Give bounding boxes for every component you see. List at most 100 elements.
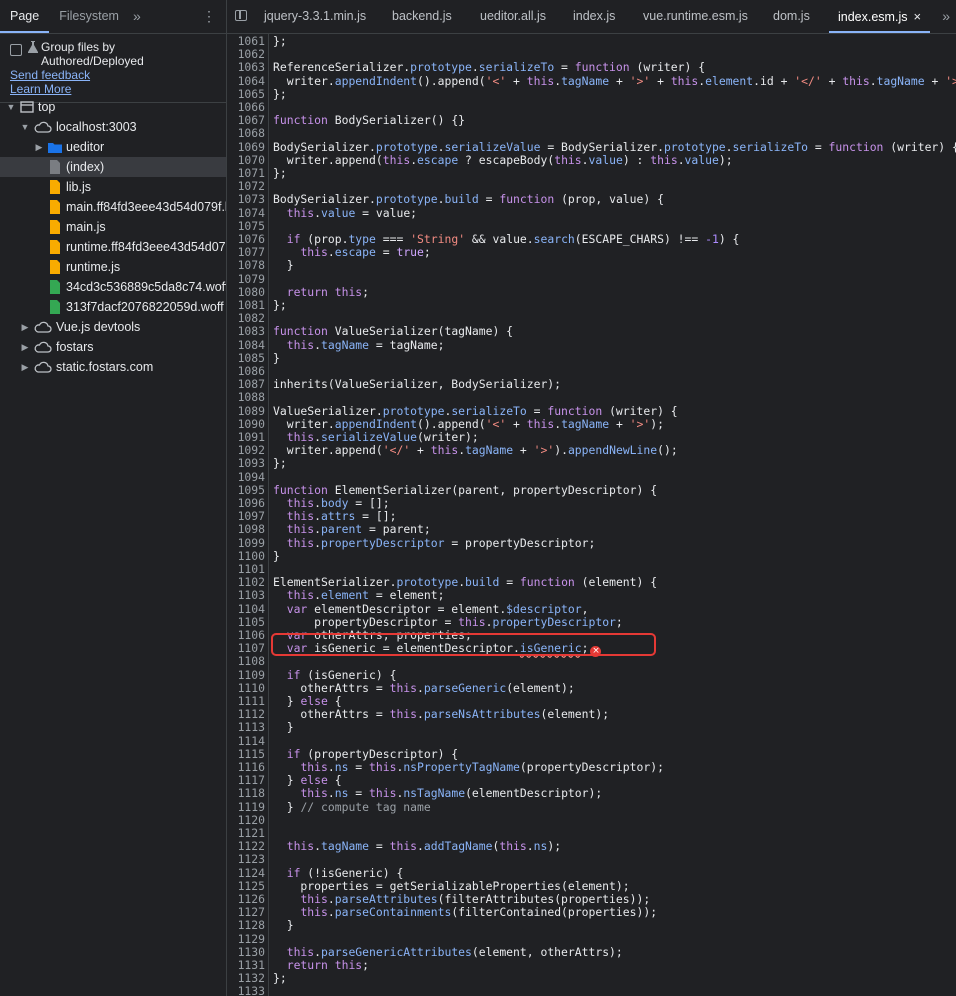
line-number[interactable]: 1074 — [227, 206, 265, 220]
expand-arrow-right-icon[interactable]: ▶ — [34, 137, 44, 157]
tree-item-label: static.fostars.com — [56, 360, 154, 374]
file-js-icon — [50, 260, 60, 274]
tree-item[interactable]: ▼ localhost:3003 — [0, 117, 226, 137]
line-number[interactable]: 1108 — [227, 655, 265, 668]
send-feedback-link[interactable]: Send feedback — [0, 68, 226, 82]
line-code: if (isGeneric) { — [286, 667, 397, 682]
line-number[interactable]: 1063 — [227, 61, 265, 74]
navigator-panel: Page Filesystem » ⋮ Group files by Autho… — [0, 0, 226, 996]
tree-item[interactable]: ▶ static.fostars.com — [0, 357, 226, 377]
gutter-divider — [268, 33, 269, 996]
line-code: otherAttrs = this.parseNsAttributes(elem… — [273, 707, 610, 722]
editor-panel: jquery-3.3.1.min.js backend.js ueditor.a… — [227, 0, 956, 996]
tree-item[interactable]: main.ff84fd3eee43d54d079f.hot — [0, 197, 226, 217]
highlight-annotation — [271, 633, 656, 656]
line-number[interactable]: 1129 — [227, 932, 265, 946]
tree-item-label: ueditor — [66, 140, 105, 154]
tree-item[interactable]: ▼ top — [0, 97, 226, 117]
line-number[interactable]: 1078 — [227, 259, 265, 272]
group-files-checkbox[interactable] — [10, 44, 22, 56]
line-code: this.propertyDescriptor = propertyDescri… — [286, 535, 596, 550]
line-number[interactable]: 1119 — [227, 800, 265, 814]
line-number[interactable]: 1069 — [227, 140, 265, 154]
tab-backend[interactable]: backend.js — [392, 0, 452, 33]
cloud-icon — [34, 121, 52, 133]
file-font-icon — [50, 280, 60, 294]
line-code: writer.append('</' + this.tagName + '>')… — [273, 443, 678, 458]
tree-item[interactable]: ▶ ueditor — [0, 137, 226, 157]
tab-dom[interactable]: dom.js — [773, 0, 810, 33]
kebab-menu-icon[interactable]: ⋮ — [202, 0, 216, 33]
line-code: }; — [273, 34, 287, 48]
line-number[interactable]: 1104 — [227, 602, 265, 616]
folder-icon — [48, 143, 62, 153]
line-number[interactable]: 1103 — [227, 589, 265, 602]
navigator-tabbar: Page Filesystem » ⋮ — [0, 0, 226, 34]
line-number[interactable]: 1128 — [227, 919, 265, 932]
line-number[interactable]: 1079 — [227, 272, 265, 286]
line-number[interactable]: 1113 — [227, 721, 265, 734]
line-code: } — [273, 258, 294, 273]
line-number[interactable]: 1083 — [227, 325, 265, 338]
line-number[interactable]: 1133 — [227, 985, 265, 996]
line-number[interactable]: 1084 — [227, 338, 265, 352]
line-number[interactable]: 1093 — [227, 457, 265, 470]
line-number[interactable]: 1068 — [227, 127, 265, 140]
line-number[interactable]: 1089 — [227, 404, 265, 418]
expand-arrow-right-icon[interactable]: ▶ — [20, 337, 30, 357]
close-tab-icon[interactable]: × — [913, 9, 921, 24]
cloud-icon — [34, 361, 52, 373]
line-code: this.tagName = this.addTagName(this.ns); — [286, 839, 562, 854]
tree-item[interactable]: runtime.js — [0, 257, 226, 277]
tree-item[interactable]: runtime.ff84fd3eee43d54d079f.js — [0, 237, 226, 257]
line-number[interactable]: 1114 — [227, 734, 265, 748]
expand-arrow-right-icon[interactable]: ▶ — [20, 317, 30, 337]
tab-index-esm[interactable]: index.esm.js × — [829, 0, 931, 33]
tree-item[interactable]: 34cd3c536889c5da8c74.woff2 — [0, 277, 226, 297]
tree-item-label: 313f7dacf2076822059d.woff — [66, 300, 224, 314]
tree-item[interactable]: ▶ fostars — [0, 337, 226, 357]
line-number[interactable]: 1109 — [227, 668, 265, 682]
tree-item[interactable]: ▶ Vue.js devtools — [0, 317, 226, 337]
expand-arrow-right-icon[interactable]: ▶ — [20, 357, 30, 377]
tab-ueditor-all[interactable]: ueditor.all.js — [480, 0, 546, 33]
tab-index[interactable]: index.js — [573, 0, 615, 33]
tree-item[interactable]: (index) — [0, 157, 226, 177]
code-editor[interactable]: 1061}; 1062 1063 ReferenceSerializer.protot… — [227, 33, 956, 996]
expand-arrow-down-icon[interactable]: ▼ — [6, 97, 16, 117]
line-code: if (!isGeneric) { — [286, 865, 404, 880]
expand-arrow-down-icon[interactable]: ▼ — [20, 117, 30, 137]
line-number[interactable]: 1073 — [227, 193, 265, 206]
toggle-navigator-icon[interactable] — [235, 10, 247, 21]
line-code: } — [273, 350, 280, 365]
tree-item-label: runtime.ff84fd3eee43d54d079f.js — [66, 240, 226, 254]
line-code: inherits(ValueSerializer, BodySerializer… — [273, 377, 562, 392]
tab-jquery[interactable]: jquery-3.3.1.min.js — [264, 0, 366, 33]
cloud-icon — [34, 321, 52, 333]
line-number[interactable]: 1099 — [227, 536, 265, 550]
cloud-icon — [34, 341, 52, 353]
learn-more-link[interactable]: Learn More — [0, 82, 226, 96]
line-number[interactable]: 1123 — [227, 853, 265, 866]
line-number[interactable]: 1064 — [227, 74, 265, 88]
line-number[interactable]: 1124 — [227, 866, 265, 880]
tree-item-label: runtime.js — [66, 260, 121, 274]
tree-item-label: (index) — [66, 160, 105, 174]
more-tabs-icon[interactable]: » — [942, 0, 950, 33]
file-js-icon — [50, 200, 60, 214]
line-number[interactable]: 1118 — [227, 787, 265, 800]
line-number[interactable]: 1088 — [227, 391, 265, 404]
more-tabs-icon[interactable]: » — [129, 0, 145, 33]
line-number[interactable]: 1094 — [227, 470, 265, 484]
line-number[interactable]: 1098 — [227, 523, 265, 536]
tree-item-label: lib.js — [66, 180, 92, 194]
tree-item[interactable]: 313f7dacf2076822059d.woff — [0, 297, 226, 317]
line-code: this.tagName = tagName; — [286, 337, 445, 352]
tree-item[interactable]: lib.js — [0, 177, 226, 197]
tab-page[interactable]: Page — [0, 0, 50, 33]
tab-filesystem[interactable]: Filesystem — [49, 0, 129, 33]
tree-item[interactable]: main.js — [0, 217, 226, 237]
tab-vue-runtime[interactable]: vue.runtime.esm.js — [643, 0, 748, 33]
file-js-icon — [50, 220, 60, 234]
line-code: return this; — [286, 284, 370, 299]
